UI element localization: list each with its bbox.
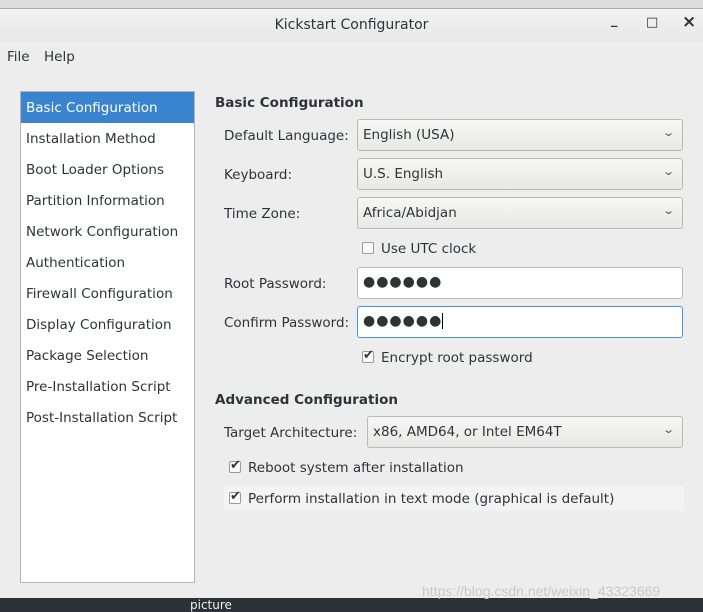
- sidebar-item-post-installation-script[interactable]: Post-Installation Script: [21, 402, 194, 433]
- sidebar-item-package-selection[interactable]: Package Selection: [21, 340, 194, 371]
- sidebar-item-installation-method[interactable]: Installation Method: [21, 123, 194, 154]
- minimize-button[interactable]: _: [611, 13, 618, 28]
- default-language-value: English (USA): [363, 127, 455, 143]
- confirm-password-input[interactable]: ●●●●●●: [357, 306, 683, 338]
- advanced-configuration-header: Advanced Configuration: [215, 392, 398, 408]
- sidebar-item-boot-loader-options[interactable]: Boot Loader Options: [21, 154, 194, 185]
- chevron-down-icon: ⌄: [661, 423, 675, 436]
- basic-configuration-header: Basic Configuration: [215, 95, 364, 111]
- reboot-checkbox[interactable]: [229, 458, 241, 473]
- window-title: Kickstart Configurator: [274, 17, 429, 33]
- watermark: https://blog.csdn.net/weixin_43323669: [422, 583, 661, 599]
- sidebar-item-authentication[interactable]: Authentication: [21, 247, 194, 278]
- kickstart-window: Kickstart Configurator _ □ × File Help B…: [0, 8, 703, 598]
- sidebar-item-display-configuration[interactable]: Display Configuration: [21, 309, 194, 340]
- keyboard-combo[interactable]: U.S. English ⌄: [357, 158, 683, 190]
- default-language-label: Default Language:: [224, 128, 349, 144]
- time-zone-value: Africa/Abidjan: [363, 205, 457, 221]
- sidebar-item-pre-installation-script[interactable]: Pre-Installation Script: [21, 371, 194, 402]
- chevron-down-icon: ⌄: [661, 126, 675, 139]
- time-zone-combo[interactable]: Africa/Abidjan ⌄: [357, 197, 683, 229]
- root-password-input[interactable]: ●●●●●●: [357, 267, 683, 299]
- use-utc-clock-checkbox[interactable]: [362, 242, 374, 254]
- confirm-password-label: Confirm Password:: [224, 315, 350, 331]
- confirm-password-value: ●●●●●●: [363, 313, 443, 329]
- menu-help[interactable]: Help: [44, 49, 75, 65]
- reboot-label: Reboot system after installation: [248, 460, 464, 476]
- close-button[interactable]: ×: [682, 12, 696, 32]
- keyboard-label: Keyboard:: [224, 167, 293, 183]
- target-architecture-label: Target Architecture:: [224, 425, 358, 441]
- background-window-strip: [0, 0, 703, 8]
- sidebar-item-basic-configuration[interactable]: Basic Configuration: [21, 92, 194, 123]
- sidebar-item-partition-information[interactable]: Partition Information: [21, 185, 194, 216]
- target-architecture-value: x86, AMD64, or Intel EM64T: [373, 424, 562, 440]
- chevron-down-icon: ⌄: [661, 204, 675, 217]
- time-zone-label: Time Zone:: [224, 206, 301, 222]
- text-cursor: [442, 313, 444, 329]
- encrypt-root-password-checkbox[interactable]: [362, 348, 374, 363]
- chevron-down-icon: ⌄: [661, 165, 675, 178]
- sidebar-item-firewall-configuration[interactable]: Firewall Configuration: [21, 278, 194, 309]
- text-mode-checkbox[interactable]: [229, 489, 241, 504]
- maximize-button[interactable]: □: [646, 15, 658, 30]
- sidebar-item-network-configuration[interactable]: Network Configuration: [21, 216, 194, 247]
- sidebar: Basic Configuration Installation Method …: [20, 91, 195, 583]
- encrypt-root-password-label: Encrypt root password: [381, 350, 533, 366]
- default-language-combo[interactable]: English (USA) ⌄: [357, 119, 683, 151]
- text-mode-label: Perform installation in text mode (graph…: [248, 491, 615, 507]
- keyboard-value: U.S. English: [363, 166, 444, 182]
- target-architecture-combo[interactable]: x86, AMD64, or Intel EM64T ⌄: [367, 416, 683, 448]
- use-utc-clock-label: Use UTC clock: [381, 241, 477, 257]
- root-password-label: Root Password:: [224, 276, 327, 292]
- title-bar[interactable]: Kickstart Configurator _ □ ×: [0, 9, 703, 42]
- menu-file[interactable]: File: [7, 49, 30, 65]
